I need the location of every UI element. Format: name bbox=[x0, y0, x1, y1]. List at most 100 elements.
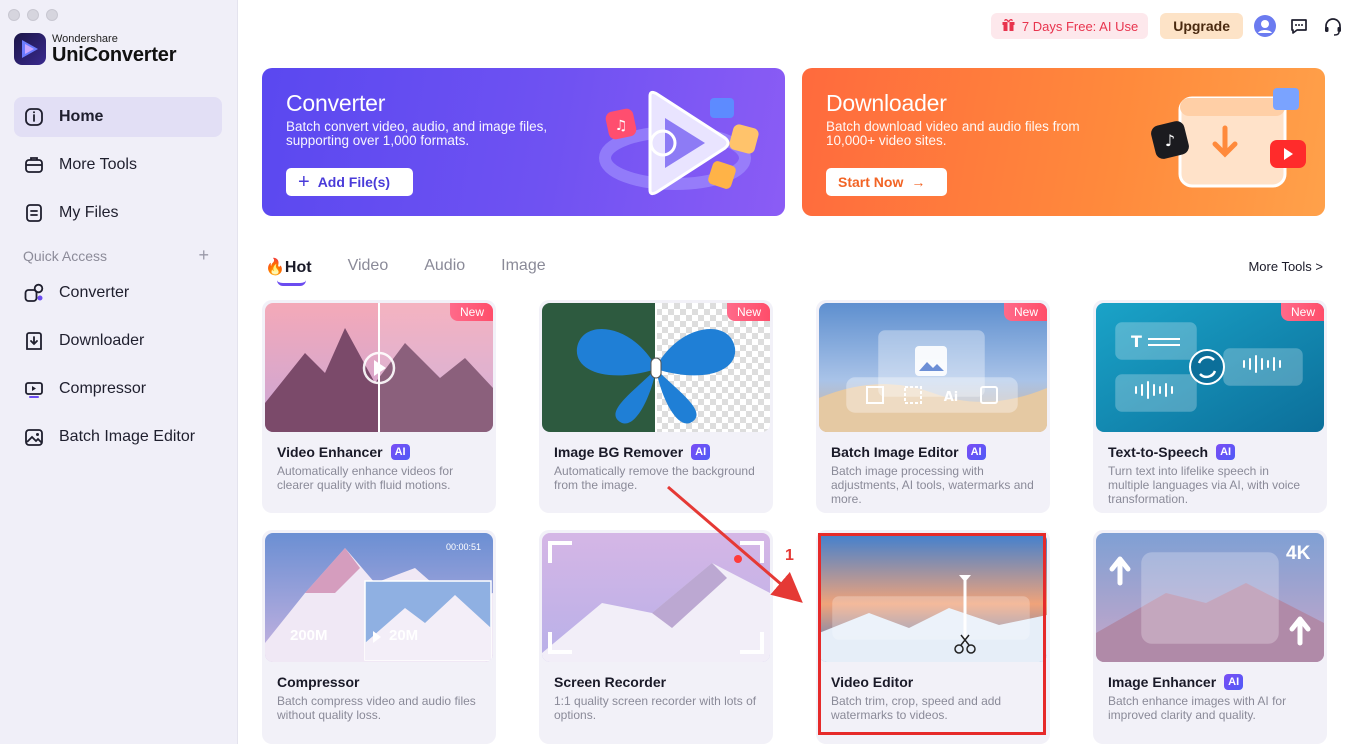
tab-audio[interactable]: Audio bbox=[424, 257, 465, 277]
promo-text: 7 Days Free: AI Use bbox=[1021, 18, 1139, 34]
sidebar-item-label: Downloader bbox=[59, 332, 145, 349]
tab-image[interactable]: Image bbox=[501, 257, 545, 277]
downloader-desc: Batch download video and audio files fro… bbox=[826, 119, 1080, 148]
support-headset-icon[interactable] bbox=[1321, 14, 1345, 38]
ai-badge: AI bbox=[390, 444, 410, 460]
sidebar-item-compressor[interactable]: Compressor bbox=[14, 369, 222, 409]
nav-label: More Tools bbox=[59, 156, 137, 173]
start-now-label: Start Now bbox=[838, 174, 904, 190]
card-title: Text-to-Speech bbox=[1108, 444, 1209, 460]
ai-trial-promo[interactable]: 7 Days Free: AI Use bbox=[990, 13, 1149, 39]
tab-hot[interactable]: 🔥Hot bbox=[265, 257, 312, 286]
card-desc: Automatically enhance videos for clearer… bbox=[277, 464, 454, 492]
card-title: Screen Recorder bbox=[554, 674, 667, 690]
svg-text:♪: ♪ bbox=[1165, 131, 1175, 150]
screen-recorder-thumbnail bbox=[542, 533, 770, 662]
downloader-icon bbox=[23, 330, 45, 352]
minimize-window-button[interactable] bbox=[27, 9, 39, 21]
text-to-speech-thumbnail: T bbox=[1096, 303, 1324, 432]
tool-card-image-bg-remover[interactable]: New Image BG Remover AI Automatically rem… bbox=[539, 300, 773, 513]
fire-icon: 🔥 bbox=[265, 259, 285, 276]
tool-card-text-to-speech[interactable]: T New Text-to-Speech AI Turn text into li… bbox=[1093, 300, 1327, 513]
card-desc: Turn text into lifelike speech in multip… bbox=[1108, 464, 1301, 506]
card-title: Video Enhancer bbox=[277, 444, 383, 460]
card-title: Image Enhancer bbox=[1108, 674, 1217, 690]
card-title: Image BG Remover bbox=[554, 444, 684, 460]
tool-card-image-enhancer[interactable]: 4K Image Enhancer AI Batch enhance images… bbox=[1093, 530, 1327, 744]
sidebar-item-converter[interactable]: Converter bbox=[14, 273, 222, 313]
converter-illustration: ♫ bbox=[599, 90, 759, 196]
video-editor-thumbnail bbox=[819, 533, 1047, 662]
ai-badge: AI bbox=[966, 444, 986, 460]
converter-banner[interactable]: Converter Batch convert video, audio, an… bbox=[262, 68, 785, 216]
tab-video[interactable]: Video bbox=[348, 257, 389, 277]
sidebar-item-label: Compressor bbox=[59, 380, 147, 397]
timecode-label: 00:00:51 bbox=[446, 542, 482, 552]
upgrade-button[interactable]: Upgrade bbox=[1160, 13, 1243, 39]
new-badge: New bbox=[1280, 303, 1324, 321]
ai-badge: AI bbox=[1216, 444, 1236, 460]
nav-item-home[interactable]: Home bbox=[14, 97, 222, 137]
avatar[interactable] bbox=[1253, 14, 1277, 38]
downloader-banner[interactable]: Downloader Batch download video and audi… bbox=[802, 68, 1325, 216]
window-controls bbox=[8, 9, 58, 21]
ai-badge: AI bbox=[1224, 674, 1244, 690]
quick-access-title: Quick Access bbox=[23, 248, 108, 264]
feedback-icon[interactable] bbox=[1287, 14, 1311, 38]
compressor-icon bbox=[23, 378, 45, 400]
svg-text:Ai: Ai bbox=[944, 390, 959, 405]
tool-card-compressor[interactable]: 00:00:51 200M 20M Compressor Batch compr… bbox=[262, 530, 496, 744]
gift-icon bbox=[1001, 17, 1016, 35]
new-badge: New bbox=[1003, 303, 1047, 321]
category-tabs: 🔥Hot Video Audio Image bbox=[265, 257, 546, 286]
video-enhancer-thumbnail bbox=[265, 303, 493, 432]
resolution-label: 4K bbox=[1286, 543, 1311, 564]
converter-title: Converter bbox=[286, 90, 386, 116]
nav-item-more-tools[interactable]: More Tools bbox=[14, 145, 222, 185]
sidebar-item-downloader[interactable]: Downloader bbox=[14, 321, 222, 361]
ai-badge: AI bbox=[691, 444, 711, 460]
new-badge: New bbox=[726, 303, 770, 321]
uniconverter-logo-icon bbox=[14, 33, 46, 65]
tool-card-batch-image-editor[interactable]: Ai New Batch Image Editor AI Batch image … bbox=[816, 300, 1050, 513]
sidebar-item-label: Converter bbox=[59, 284, 130, 301]
card-desc: Batch enhance images with AI for improve… bbox=[1108, 694, 1287, 722]
zoom-window-button[interactable] bbox=[46, 9, 58, 21]
card-desc: Batch compress video and audio files wit… bbox=[277, 694, 476, 722]
toolbox-icon bbox=[23, 154, 45, 176]
card-desc: Batch image processing with adjustments,… bbox=[831, 464, 1034, 506]
quick-access-list: Converter Downloader Compressor Batch Im… bbox=[14, 273, 222, 465]
brand-main-text: UniConverter bbox=[52, 44, 177, 66]
converter-icon bbox=[23, 282, 45, 304]
card-desc: Batch trim, crop, speed and add watermar… bbox=[831, 694, 1002, 722]
sidebar-item-label: Batch Image Editor bbox=[59, 428, 196, 445]
new-badge: New bbox=[449, 303, 493, 321]
file-icon bbox=[23, 202, 45, 224]
add-quick-access-icon[interactable]: + bbox=[198, 246, 209, 264]
batch-image-editor-thumbnail: Ai bbox=[819, 303, 1047, 432]
annotation-number: 1 bbox=[785, 547, 794, 564]
close-window-button[interactable] bbox=[8, 9, 20, 21]
svg-text:♫: ♫ bbox=[615, 118, 628, 134]
quick-access-header: Quick Access + bbox=[23, 246, 209, 264]
more-tools-link[interactable]: More Tools > bbox=[1248, 259, 1323, 274]
main-nav: Home More Tools My Files bbox=[14, 97, 222, 241]
converter-desc: Batch convert video, audio, and image fi… bbox=[286, 119, 548, 148]
home-icon bbox=[23, 106, 45, 128]
card-title: Video Editor bbox=[831, 674, 914, 690]
card-title: Compressor bbox=[277, 674, 360, 690]
sidebar: Wondershare UniConverter Home More Tools… bbox=[0, 0, 238, 744]
top-bar: 7 Days Free: AI Use Upgrade bbox=[990, 11, 1353, 41]
sidebar-item-batch-image-editor[interactable]: Batch Image Editor bbox=[14, 417, 222, 457]
card-desc: Automatically remove the background from… bbox=[554, 464, 755, 492]
tool-card-video-enhancer[interactable]: New Video Enhancer AI Automatically enhan… bbox=[262, 300, 496, 513]
plus-icon: + bbox=[298, 171, 310, 193]
add-files-label: Add File(s) bbox=[317, 174, 391, 190]
start-now-button[interactable]: Start Now → bbox=[826, 168, 947, 196]
tool-card-screen-recorder[interactable]: Screen Recorder 1:1 quality screen recor… bbox=[539, 530, 773, 744]
nav-label: My Files bbox=[59, 204, 119, 221]
nav-item-my-files[interactable]: My Files bbox=[14, 193, 222, 233]
card-desc: 1:1 quality screen recorder with lots of… bbox=[554, 694, 757, 722]
add-files-button[interactable]: + Add File(s) bbox=[286, 168, 413, 196]
tool-card-video-editor[interactable]: Video Editor Batch trim, crop, speed and… bbox=[816, 530, 1050, 744]
